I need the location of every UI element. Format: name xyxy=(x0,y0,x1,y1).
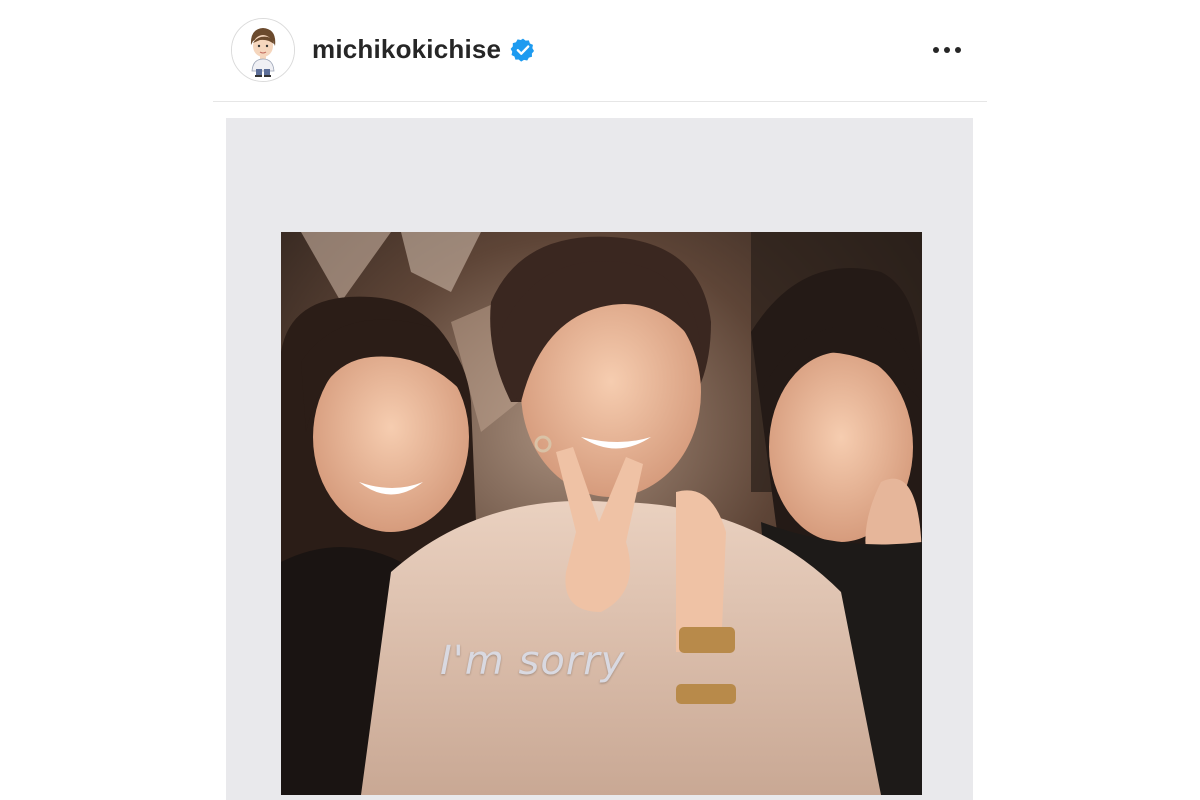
photo-overlay-text: I'm sorry xyxy=(440,638,626,684)
verified-badge-icon xyxy=(510,38,535,62)
group-photo-image xyxy=(281,232,922,795)
avatar-illustration-icon xyxy=(232,19,294,81)
profile-avatar[interactable] xyxy=(231,18,295,82)
post-photo[interactable] xyxy=(281,232,922,795)
more-options-icon[interactable] xyxy=(929,35,965,65)
username[interactable]: michikokichise xyxy=(312,34,501,65)
post-header: michikokichise xyxy=(213,0,987,102)
